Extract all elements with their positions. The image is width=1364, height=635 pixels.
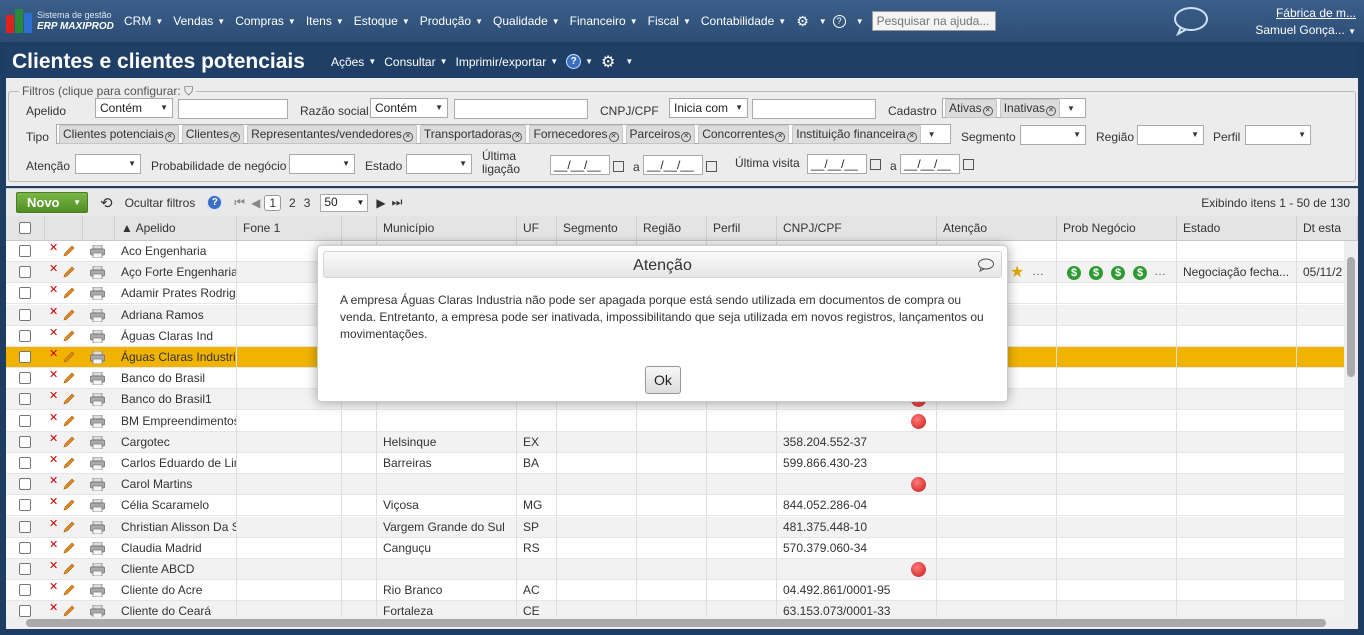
dialog-title: Atenção	[323, 251, 1002, 278]
ok-button[interactable]: Ok	[645, 366, 681, 394]
modal-overlay: Atenção A empresa Águas Claras Industria…	[0, 0, 1364, 635]
attention-dialog: Atenção A empresa Águas Claras Industria…	[317, 245, 1008, 402]
dialog-message: A empresa Águas Claras Industria não pod…	[340, 293, 984, 341]
dialog-chat-icon[interactable]	[977, 258, 995, 272]
